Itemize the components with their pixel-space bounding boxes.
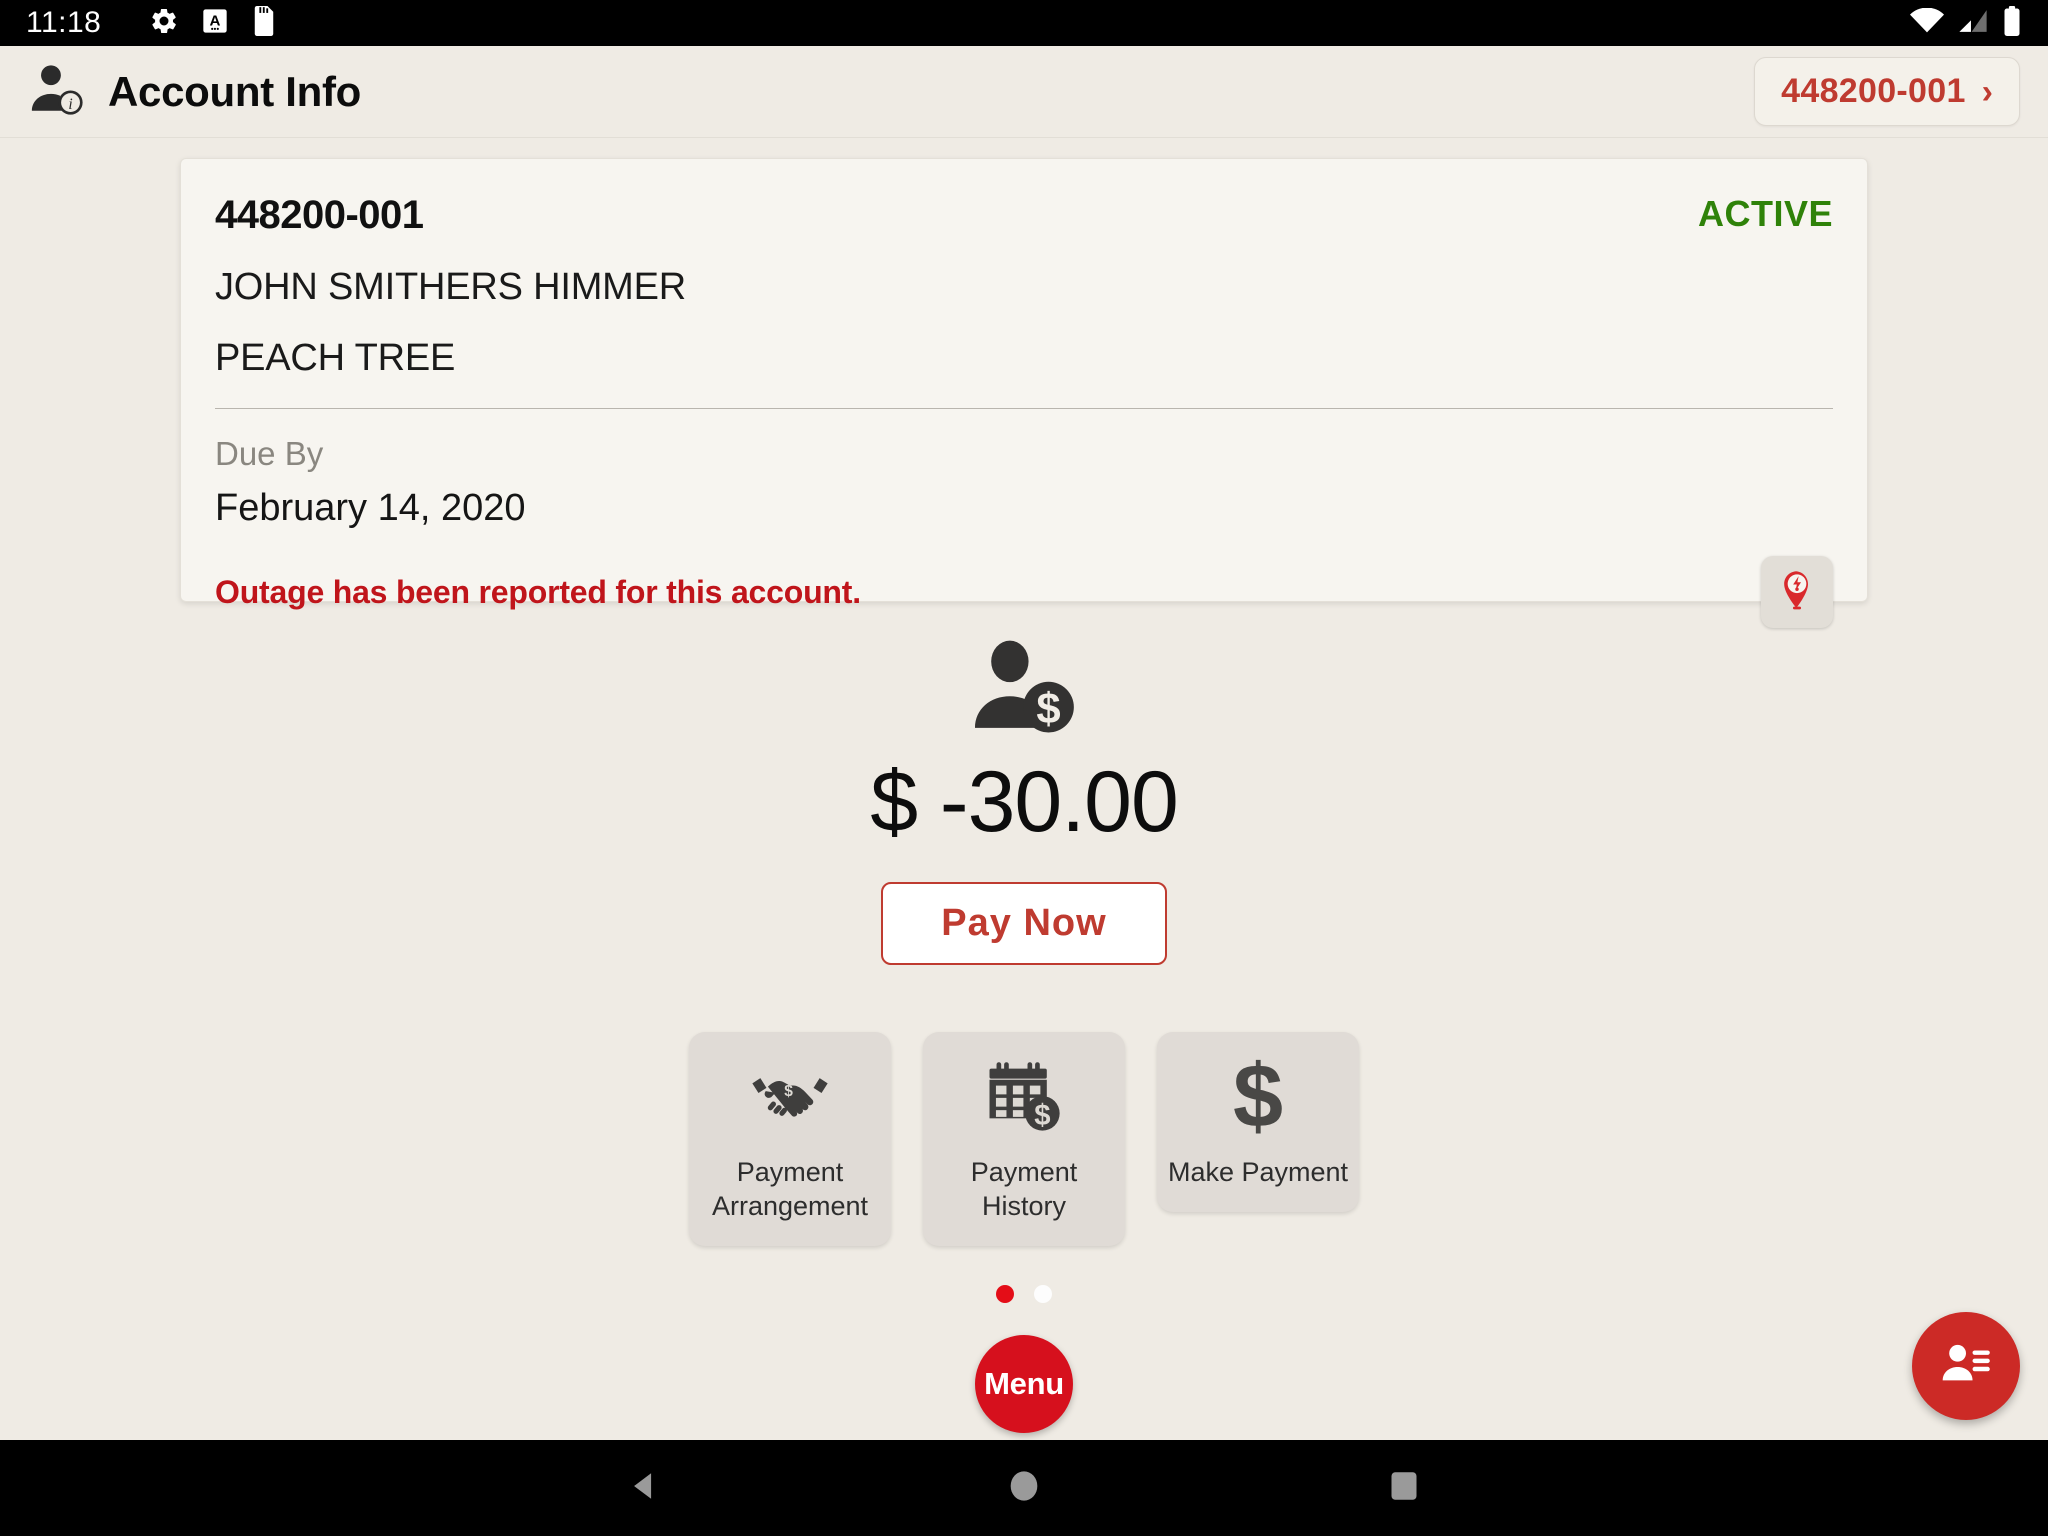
account-number: 448200-001 xyxy=(215,193,424,237)
status-bar-clock: 11:18 xyxy=(26,6,102,39)
app-screen: 11:18 A ••• i Account Info 448200-001 › … xyxy=(0,0,2048,1536)
nav-home-button[interactable] xyxy=(834,1470,1214,1507)
nav-back-button[interactable] xyxy=(454,1469,834,1508)
svg-text:i: i xyxy=(68,96,72,113)
due-by-date: February 14, 2020 xyxy=(215,487,526,529)
account-selector-button[interactable]: 448200-001 › xyxy=(1754,57,2020,126)
svg-text:•••: ••• xyxy=(211,24,220,33)
tile-payment-arrangement[interactable]: $ Payment Arrangement xyxy=(689,1032,891,1246)
svg-text:$: $ xyxy=(1036,686,1060,734)
cellular-signal-icon xyxy=(1958,8,1988,39)
tile-make-payment[interactable]: $ Make Payment xyxy=(1157,1032,1359,1212)
sd-card-icon xyxy=(251,5,277,41)
status-bar: 11:18 A ••• xyxy=(0,0,2048,46)
pay-now-button[interactable]: Pay Now xyxy=(881,882,1167,965)
status-bar-right xyxy=(1910,5,2022,41)
account-balance: $ -30.00 xyxy=(870,754,1179,850)
due-by-label: Due By xyxy=(215,435,324,472)
tile-label: Make Payment xyxy=(1167,1157,1349,1187)
account-card-header: 448200-001 ACTIVE xyxy=(215,193,1833,238)
menu-button-label: Menu xyxy=(984,1366,1064,1401)
status-bar-left: 11:18 A ••• xyxy=(26,5,277,41)
android-nav-bar xyxy=(0,1440,2048,1536)
dollar-sign-icon: $ xyxy=(1228,1058,1288,1136)
menu-button[interactable]: Menu xyxy=(975,1335,1073,1433)
tile-label: Payment Arrangement xyxy=(711,1157,869,1221)
outage-report-button[interactable] xyxy=(1761,556,1833,628)
battery-icon xyxy=(2002,5,2022,41)
balance-section: $ $ -30.00 Pay Now xyxy=(0,638,2048,965)
page-dot-inactive[interactable] xyxy=(1034,1285,1052,1303)
person-dollar-icon: $ xyxy=(0,638,2048,743)
handshake-dollar-icon: $ xyxy=(750,1058,830,1136)
status-badge: ACTIVE xyxy=(1697,193,1833,234)
service-address: PEACH TREE xyxy=(215,337,456,379)
settings-gear-icon xyxy=(149,6,179,41)
page-dot-active[interactable] xyxy=(996,1285,1014,1303)
customer-name: JOHN SMITHERS HIMMER xyxy=(215,266,687,308)
card-divider xyxy=(215,408,1833,409)
account-info-icon: i xyxy=(28,60,86,123)
account-card[interactable]: 448200-001 ACTIVE JOHN SMITHERS HIMMER P… xyxy=(180,158,1868,628)
account-list-button[interactable] xyxy=(1912,1312,2020,1420)
account-selector-label: 448200-001 xyxy=(1781,72,1966,110)
a-app-icon: A ••• xyxy=(201,7,229,40)
app-header: i Account Info 448200-001 › xyxy=(0,46,2048,138)
tile-label: Payment History xyxy=(970,1157,1078,1221)
svg-text:$: $ xyxy=(1233,1058,1283,1136)
outage-pin-icon xyxy=(1775,568,1819,617)
calendar-dollar-icon: $ xyxy=(986,1058,1062,1136)
recents-square-icon xyxy=(1389,1471,1419,1506)
back-triangle-icon xyxy=(627,1469,661,1508)
contact-list-icon xyxy=(1938,1336,1994,1397)
quick-actions: $ Payment Arrangement $ Payment History … xyxy=(0,1032,2048,1246)
svg-text:$: $ xyxy=(1034,1100,1050,1132)
tile-payment-history[interactable]: $ Payment History xyxy=(923,1032,1125,1246)
outage-message: Outage has been reported for this accoun… xyxy=(215,573,861,610)
wifi-icon xyxy=(1910,7,1944,39)
nav-recents-button[interactable] xyxy=(1214,1471,1594,1506)
page-title: Account Info xyxy=(108,67,362,115)
svg-text:$: $ xyxy=(784,1083,793,1100)
home-circle-icon xyxy=(1008,1470,1040,1507)
outage-row: Outage has been reported for this accoun… xyxy=(215,556,1833,628)
chevron-right-icon: › xyxy=(1981,72,1993,111)
page-indicator xyxy=(0,1285,2048,1303)
